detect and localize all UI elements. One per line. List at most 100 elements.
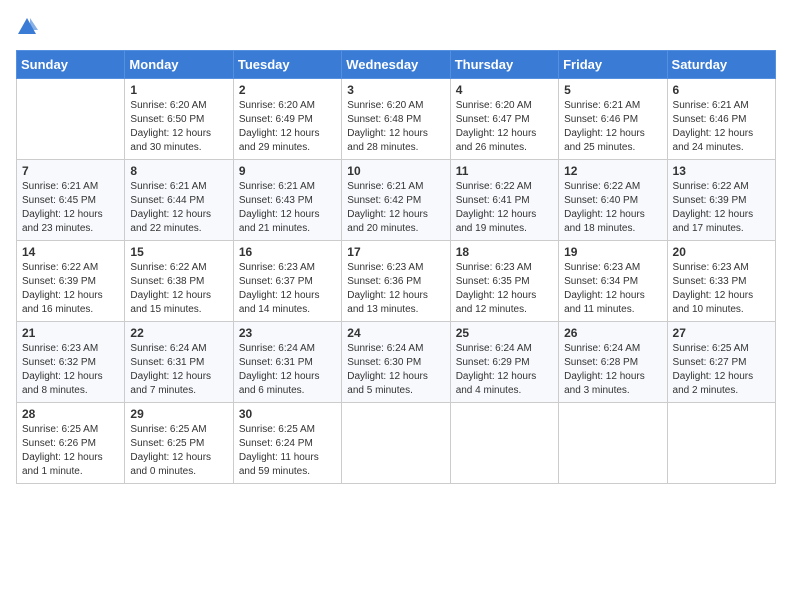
calendar-cell: 8 Sunrise: 6:21 AM Sunset: 6:44 PM Daylig… bbox=[125, 160, 233, 241]
day-number: 19 bbox=[564, 245, 661, 259]
calendar-cell: 25 Sunrise: 6:24 AM Sunset: 6:29 PM Dayli… bbox=[450, 322, 558, 403]
day-info: Sunrise: 6:24 AM Sunset: 6:30 PM Dayligh… bbox=[347, 342, 444, 398]
day-number: 4 bbox=[456, 83, 553, 97]
day-info: Sunrise: 6:21 AM Sunset: 6:46 PM Dayligh… bbox=[564, 99, 661, 155]
day-info: Sunrise: 6:23 AM Sunset: 6:35 PM Dayligh… bbox=[456, 261, 553, 317]
day-number: 28 bbox=[22, 407, 119, 421]
day-info: Sunrise: 6:23 AM Sunset: 6:34 PM Dayligh… bbox=[564, 261, 661, 317]
calendar-week-row: 7Sunrise: 6:21 AM Sunset: 6:45 PM Daylig… bbox=[17, 160, 776, 241]
day-info: Sunrise: 6:22 AM Sunset: 6:39 PM Dayligh… bbox=[22, 261, 119, 317]
calendar-cell: 7Sunrise: 6:21 AM Sunset: 6:45 PM Daylig… bbox=[17, 160, 125, 241]
calendar-cell: 12Sunrise: 6:22 AM Sunset: 6:40 PM Dayli… bbox=[559, 160, 667, 241]
weekday-header: Tuesday bbox=[233, 51, 341, 79]
day-number: 13 bbox=[673, 164, 770, 178]
day-number: 20 bbox=[673, 245, 770, 259]
day-info: Sunrise: 6:21 AM Sunset: 6:42 PM Dayligh… bbox=[347, 180, 444, 236]
day-number: 16 bbox=[239, 245, 336, 259]
day-number: 3 bbox=[347, 83, 444, 97]
calendar-cell: 16 Sunrise: 6:23 AM Sunset: 6:37 PM Dayli… bbox=[233, 241, 341, 322]
day-number: 11 bbox=[456, 164, 553, 178]
calendar-cell bbox=[342, 403, 450, 484]
day-number: 10 bbox=[347, 164, 444, 178]
calendar-cell: 3 Sunrise: 6:20 AM Sunset: 6:48 PM Daylig… bbox=[342, 79, 450, 160]
day-info: Sunrise: 6:25 AM Sunset: 6:26 PM Dayligh… bbox=[22, 423, 119, 479]
calendar-cell: 2 Sunrise: 6:20 AM Sunset: 6:49 PM Daylig… bbox=[233, 79, 341, 160]
day-number: 6 bbox=[673, 83, 770, 97]
weekday-header: Saturday bbox=[667, 51, 775, 79]
day-number: 2 bbox=[239, 83, 336, 97]
weekday-header: Thursday bbox=[450, 51, 558, 79]
day-info: Sunrise: 6:20 AM Sunset: 6:49 PM Dayligh… bbox=[239, 99, 336, 155]
day-info: Sunrise: 6:24 AM Sunset: 6:29 PM Dayligh… bbox=[456, 342, 553, 398]
weekday-header: Monday bbox=[125, 51, 233, 79]
calendar-cell: 30 Sunrise: 6:25 AM Sunset: 6:24 PM Dayli… bbox=[233, 403, 341, 484]
calendar-cell: 1 Sunrise: 6:20 AM Sunset: 6:50 PM Daylig… bbox=[125, 79, 233, 160]
day-number: 7 bbox=[22, 164, 119, 178]
day-number: 9 bbox=[239, 164, 336, 178]
calendar-cell: 18 Sunrise: 6:23 AM Sunset: 6:35 PM Dayli… bbox=[450, 241, 558, 322]
day-info: Sunrise: 6:23 AM Sunset: 6:36 PM Dayligh… bbox=[347, 261, 444, 317]
calendar-cell: 9 Sunrise: 6:21 AM Sunset: 6:43 PM Daylig… bbox=[233, 160, 341, 241]
calendar-cell: 24 Sunrise: 6:24 AM Sunset: 6:30 PM Dayli… bbox=[342, 322, 450, 403]
day-number: 29 bbox=[130, 407, 227, 421]
calendar-cell bbox=[559, 403, 667, 484]
weekday-header: Friday bbox=[559, 51, 667, 79]
calendar-cell: 11Sunrise: 6:22 AM Sunset: 6:41 PM Dayli… bbox=[450, 160, 558, 241]
day-info: Sunrise: 6:20 AM Sunset: 6:48 PM Dayligh… bbox=[347, 99, 444, 155]
day-number: 27 bbox=[673, 326, 770, 340]
calendar-week-row: 1 Sunrise: 6:20 AM Sunset: 6:50 PM Daylig… bbox=[17, 79, 776, 160]
day-number: 8 bbox=[130, 164, 227, 178]
calendar-cell: 21 Sunrise: 6:23 AM Sunset: 6:32 PM Dayli… bbox=[17, 322, 125, 403]
calendar-cell: 20 Sunrise: 6:23 AM Sunset: 6:33 PM Dayli… bbox=[667, 241, 775, 322]
calendar: SundayMondayTuesdayWednesdayThursdayFrid… bbox=[16, 50, 776, 484]
day-number: 15 bbox=[130, 245, 227, 259]
calendar-cell: 4Sunrise: 6:20 AM Sunset: 6:47 PM Daylig… bbox=[450, 79, 558, 160]
day-info: Sunrise: 6:24 AM Sunset: 6:28 PM Dayligh… bbox=[564, 342, 661, 398]
day-number: 22 bbox=[130, 326, 227, 340]
weekday-header: Wednesday bbox=[342, 51, 450, 79]
day-number: 17 bbox=[347, 245, 444, 259]
calendar-cell: 5 Sunrise: 6:21 AM Sunset: 6:46 PM Daylig… bbox=[559, 79, 667, 160]
day-number: 21 bbox=[22, 326, 119, 340]
day-info: Sunrise: 6:20 AM Sunset: 6:50 PM Dayligh… bbox=[130, 99, 227, 155]
day-number: 25 bbox=[456, 326, 553, 340]
weekday-header-row: SundayMondayTuesdayWednesdayThursdayFrid… bbox=[17, 51, 776, 79]
calendar-cell: 14 Sunrise: 6:22 AM Sunset: 6:39 PM Dayli… bbox=[17, 241, 125, 322]
calendar-cell: 23 Sunrise: 6:24 AM Sunset: 6:31 PM Dayli… bbox=[233, 322, 341, 403]
logo bbox=[16, 16, 38, 38]
calendar-cell: 6Sunrise: 6:21 AM Sunset: 6:46 PM Daylig… bbox=[667, 79, 775, 160]
calendar-cell: 17 Sunrise: 6:23 AM Sunset: 6:36 PM Dayli… bbox=[342, 241, 450, 322]
day-number: 1 bbox=[130, 83, 227, 97]
day-info: Sunrise: 6:22 AM Sunset: 6:39 PM Dayligh… bbox=[673, 180, 770, 236]
header bbox=[16, 16, 776, 38]
day-info: Sunrise: 6:23 AM Sunset: 6:37 PM Dayligh… bbox=[239, 261, 336, 317]
calendar-cell: 19 Sunrise: 6:23 AM Sunset: 6:34 PM Dayli… bbox=[559, 241, 667, 322]
calendar-cell: 27 Sunrise: 6:25 AM Sunset: 6:27 PM Dayli… bbox=[667, 322, 775, 403]
logo-icon bbox=[16, 16, 38, 38]
day-info: Sunrise: 6:21 AM Sunset: 6:43 PM Dayligh… bbox=[239, 180, 336, 236]
day-number: 23 bbox=[239, 326, 336, 340]
calendar-cell: 10 Sunrise: 6:21 AM Sunset: 6:42 PM Dayli… bbox=[342, 160, 450, 241]
day-number: 18 bbox=[456, 245, 553, 259]
day-number: 14 bbox=[22, 245, 119, 259]
day-info: Sunrise: 6:23 AM Sunset: 6:32 PM Dayligh… bbox=[22, 342, 119, 398]
day-info: Sunrise: 6:24 AM Sunset: 6:31 PM Dayligh… bbox=[130, 342, 227, 398]
calendar-cell: 26 Sunrise: 6:24 AM Sunset: 6:28 PM Dayli… bbox=[559, 322, 667, 403]
calendar-cell bbox=[17, 79, 125, 160]
day-number: 24 bbox=[347, 326, 444, 340]
day-info: Sunrise: 6:22 AM Sunset: 6:38 PM Dayligh… bbox=[130, 261, 227, 317]
day-info: Sunrise: 6:24 AM Sunset: 6:31 PM Dayligh… bbox=[239, 342, 336, 398]
day-info: Sunrise: 6:21 AM Sunset: 6:44 PM Dayligh… bbox=[130, 180, 227, 236]
day-number: 5 bbox=[564, 83, 661, 97]
day-number: 30 bbox=[239, 407, 336, 421]
day-info: Sunrise: 6:23 AM Sunset: 6:33 PM Dayligh… bbox=[673, 261, 770, 317]
calendar-cell bbox=[450, 403, 558, 484]
day-info: Sunrise: 6:25 AM Sunset: 6:25 PM Dayligh… bbox=[130, 423, 227, 479]
calendar-week-row: 28 Sunrise: 6:25 AM Sunset: 6:26 PM Dayli… bbox=[17, 403, 776, 484]
day-info: Sunrise: 6:25 AM Sunset: 6:27 PM Dayligh… bbox=[673, 342, 770, 398]
day-info: Sunrise: 6:25 AM Sunset: 6:24 PM Dayligh… bbox=[239, 423, 336, 479]
weekday-header: Sunday bbox=[17, 51, 125, 79]
day-number: 26 bbox=[564, 326, 661, 340]
calendar-cell bbox=[667, 403, 775, 484]
calendar-cell: 22 Sunrise: 6:24 AM Sunset: 6:31 PM Dayli… bbox=[125, 322, 233, 403]
